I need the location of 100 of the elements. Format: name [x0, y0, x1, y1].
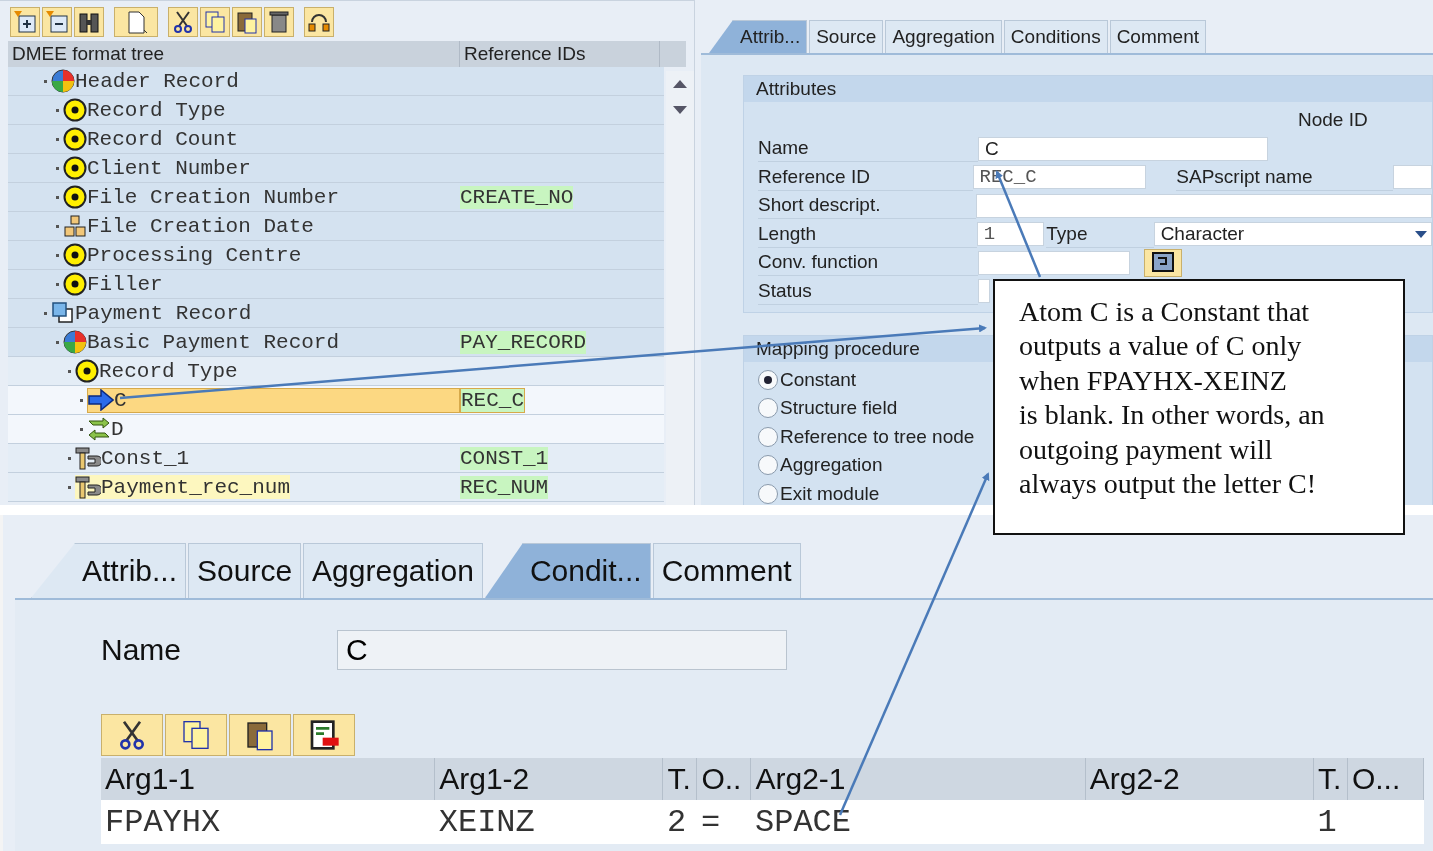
- paste-icon: [235, 10, 259, 34]
- tab[interactable]: Aggregation: [303, 543, 483, 598]
- name-field[interactable]: C: [337, 630, 787, 670]
- tree-node[interactable]: Const_1: [75, 446, 190, 470]
- tree-node[interactable]: Basic Payment Record: [63, 330, 340, 354]
- reference-id: CONST_1: [460, 446, 549, 470]
- column-header[interactable]: Arg2-2: [1085, 758, 1314, 800]
- stacked-boxes-icon: [63, 214, 87, 238]
- group-title: Attributes: [744, 76, 1432, 102]
- reference-id: REC_NUM: [460, 475, 549, 499]
- radio-label[interactable]: Constant: [780, 368, 857, 391]
- trash-icon: [267, 10, 291, 34]
- field-label: SAPscript name: [1176, 163, 1393, 191]
- scissors-button[interactable]: [168, 7, 198, 37]
- column-header[interactable]: O...: [1347, 758, 1424, 800]
- swap-arrows-icon: [87, 417, 111, 441]
- radio-button[interactable]: [758, 369, 778, 390]
- table-cell: 2: [662, 800, 697, 844]
- tab[interactable]: Attrib...: [709, 20, 808, 53]
- scissors-icon: [171, 10, 195, 34]
- table-cell: =: [696, 800, 751, 844]
- delete-row-button[interactable]: [293, 714, 355, 756]
- hammer-wrench-icon: [75, 446, 101, 470]
- scroll-up-icon[interactable]: [673, 80, 687, 88]
- tree-node[interactable]: Filler: [63, 272, 163, 296]
- column-header[interactable]: O..: [696, 758, 751, 800]
- field-label: Length: [758, 220, 977, 248]
- scroll-down-icon[interactable]: [673, 106, 687, 114]
- radio-label[interactable]: Exit module: [780, 482, 880, 505]
- sapscript-name-field[interactable]: [1392, 165, 1432, 190]
- dot-in-circle-icon: [63, 127, 87, 151]
- scissors-button[interactable]: [101, 714, 163, 756]
- hammer-wrench-icon: [75, 475, 101, 499]
- dot-in-circle-icon: [63, 243, 87, 267]
- column-header[interactable]: T.: [1313, 758, 1348, 800]
- tree-node[interactable]: D: [87, 417, 124, 441]
- radio-label[interactable]: Reference to tree node: [780, 425, 975, 448]
- radio-button[interactable]: [758, 398, 778, 419]
- tab[interactable]: Source: [188, 543, 302, 598]
- dot-in-circle-icon: [63, 272, 87, 296]
- binoculars-icon: [77, 10, 101, 34]
- dot-in-circle-icon: [63, 98, 87, 122]
- radio-label[interactable]: Aggregation: [780, 454, 883, 477]
- insert-node-icon: [13, 10, 37, 34]
- insert-node-button[interactable]: [10, 7, 40, 37]
- reference-id: REC_C: [460, 387, 525, 413]
- field-label: Type: [1046, 220, 1154, 248]
- table-cell: XEINZ: [434, 800, 663, 844]
- tab[interactable]: Attrib...: [31, 543, 187, 598]
- radio-button[interactable]: [758, 426, 778, 447]
- dot-in-circle-icon: [63, 185, 87, 209]
- field-label: Short descript.: [758, 192, 977, 220]
- column-header[interactable]: Arg1-1: [101, 758, 435, 800]
- tree-node[interactable]: Payment_rec_num: [75, 475, 291, 499]
- dot-in-circle-icon: [63, 156, 87, 180]
- remove-node-button[interactable]: [42, 7, 72, 37]
- field-label: Status: [758, 277, 978, 305]
- multicolor-ball-icon: [51, 69, 75, 93]
- radio-label[interactable]: Structure field: [780, 397, 898, 420]
- tab[interactable]: Source: [809, 20, 884, 53]
- conversion-function-button[interactable]: [1144, 248, 1182, 277]
- tab[interactable]: Condit...: [484, 543, 651, 598]
- field-label: Name: [758, 135, 978, 163]
- paste-button[interactable]: [229, 714, 291, 756]
- reference-id: CREATE_NO: [460, 185, 574, 209]
- field-label: Reference ID: [758, 163, 973, 191]
- binoculars-button[interactable]: [74, 7, 104, 37]
- new-document-button[interactable]: [114, 7, 158, 37]
- short-description-field[interactable]: [976, 193, 1432, 218]
- tab[interactable]: Comment: [652, 543, 801, 598]
- overlapping-squares-icon: [51, 301, 75, 325]
- trash-button[interactable]: [264, 7, 294, 37]
- status-field[interactable]: [978, 279, 990, 304]
- field-label: Conv. function: [758, 249, 978, 277]
- conversion-function-field[interactable]: [978, 250, 1130, 275]
- field-label: Node ID: [1298, 109, 1369, 132]
- column-header[interactable]: Arg2-1: [750, 758, 1086, 800]
- scrollbar[interactable]: [666, 71, 694, 505]
- copy-icon: [180, 719, 212, 751]
- name-field[interactable]: C: [978, 136, 1268, 161]
- tree-node[interactable]: File Creation Number: [63, 185, 340, 209]
- tab[interactable]: Comment: [1109, 20, 1206, 53]
- field-label: Name: [101, 633, 183, 667]
- type-dropdown[interactable]: Character: [1153, 222, 1432, 247]
- swap-nodes-button[interactable]: [304, 7, 334, 37]
- table-cell: 1: [1313, 800, 1348, 844]
- radio-button[interactable]: [758, 483, 778, 504]
- tab[interactable]: Conditions: [1003, 20, 1108, 53]
- delete-row-icon: [308, 719, 340, 751]
- copy-button[interactable]: [165, 714, 227, 756]
- dot-in-circle-icon: [75, 359, 99, 383]
- radio-button[interactable]: [758, 455, 778, 476]
- paste-button[interactable]: [232, 7, 262, 37]
- length-field[interactable]: 1: [976, 222, 1045, 247]
- arrow-icon: [88, 389, 114, 411]
- tab[interactable]: Aggregation: [885, 20, 1002, 53]
- tree-node[interactable]: C: [87, 387, 460, 413]
- callout-note: Atom C is a Constant that outputs a value of C only when FPAYHX-XEINZ is blank. In other words, an outgoing payment will always output the letter C!: [993, 279, 1405, 535]
- column-header[interactable]: T.: [662, 758, 697, 800]
- column-header[interactable]: Arg1-2: [434, 758, 663, 800]
